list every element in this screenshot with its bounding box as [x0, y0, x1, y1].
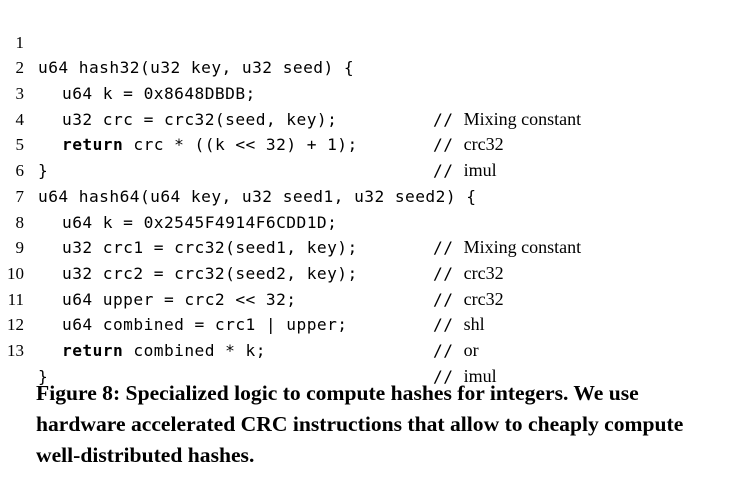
comment-text: or — [463, 339, 479, 360]
code-line: 12 return combined * k; // imul — [0, 287, 738, 385]
code-line: 9 u32 crc2 = crc32(seed2, key); // crc32 — [0, 210, 738, 308]
code-line: 11 u64 combined = crc1 | upper; // or — [0, 261, 738, 360]
code-line: 7 u64 k = 0x2545F4914F6CDD1D; // Mixing … — [0, 158, 738, 257]
code-text: return combined * k; — [62, 338, 266, 364]
code-keyword: return — [62, 340, 124, 360]
code-body: combined * k; — [123, 340, 266, 360]
code-line: 3 u32 crc = crc32(seed, key); // crc32 — [0, 55, 738, 154]
code-line: 10 u64 upper = crc2 << 32; // shl — [0, 235, 738, 334]
code-line: 4 return crc * ((k << 32) + 1); // imul — [0, 81, 738, 180]
code-line: 1 u64 hash32(u32 key, u32 seed) { — [0, 4, 738, 78]
code-listing: 1 u64 hash32(u32 key, u32 seed) { 2 u64 … — [0, 4, 738, 386]
code-line: 6 u64 hash64(u64 key, u32 seed1, u32 see… — [0, 132, 738, 206]
code-line: 13 } — [0, 312, 738, 386]
code-comment: // or — [433, 338, 479, 364]
line-number: 13 — [7, 340, 24, 360]
code-line: 5 } — [0, 107, 738, 180]
comment-marker: // — [433, 340, 454, 360]
figure-caption: Figure 8: Specialized logic to compute h… — [36, 381, 684, 467]
code-line: 2 u64 k = 0x8648DBDB; // Mixing constant — [0, 30, 738, 128]
code-line: 8 u32 crc1 = crc32(seed1, key); // crc32 — [0, 184, 738, 283]
